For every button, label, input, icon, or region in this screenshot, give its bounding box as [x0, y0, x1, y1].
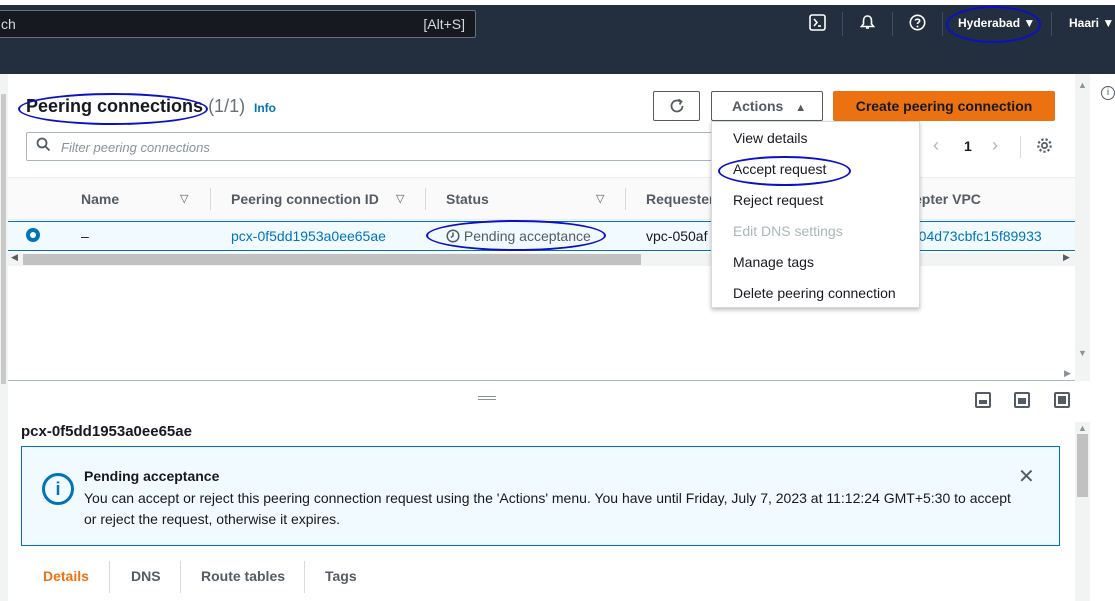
sort-icon[interactable]: ▽	[596, 192, 604, 205]
tab-dns[interactable]: DNS	[131, 568, 161, 584]
divider	[625, 188, 626, 210]
menu-item-reject-request[interactable]: Reject request	[733, 192, 823, 208]
scroll-up-arrow[interactable]: ▲	[1078, 423, 1087, 433]
tab-details[interactable]: Details	[43, 568, 89, 584]
chevron-left-icon[interactable]: ‹	[933, 135, 939, 156]
actions-button[interactable]: Actions ▲	[711, 91, 823, 121]
alert-title: Pending acceptance	[84, 468, 220, 484]
cell-accepter-vpc[interactable]: -04d73cbfc15f89933	[914, 228, 1042, 244]
scroll-thumb[interactable]	[1077, 434, 1088, 497]
close-icon[interactable]: ✕	[1018, 464, 1035, 489]
divider	[210, 188, 211, 210]
menu-item-edit-dns-settings: Edit DNS settings	[733, 223, 843, 239]
cell-requester: vpc-050af	[646, 228, 708, 244]
top-strip	[0, 0, 1115, 5]
divider	[1020, 136, 1021, 158]
menu-item-delete-peering-connection[interactable]: Delete peering connection	[733, 285, 896, 301]
actions-menu: View details Accept request Reject reque…	[711, 121, 920, 308]
info-link[interactable]: Info	[254, 101, 276, 115]
page-title-text: Peering connections	[26, 96, 204, 116]
account-menu[interactable]: Haari ▼	[1069, 16, 1114, 30]
scroll-right-arrow[interactable]: ▶	[1064, 368, 1071, 379]
info-panel-icon[interactable]: i	[1101, 86, 1115, 100]
divider	[180, 561, 181, 593]
status-text: Pending acceptance	[463, 228, 591, 244]
tab-tags[interactable]: Tags	[325, 568, 357, 584]
item-count: (1/1)	[208, 96, 246, 116]
page-title: Peering connections (1/1)	[26, 96, 245, 117]
column-header-requester[interactable]: Requester	[646, 191, 714, 207]
help-icon[interactable]	[909, 14, 926, 35]
clock-icon	[446, 228, 464, 244]
region-selector[interactable]: Hyderabad ▼	[958, 16, 1035, 30]
divider	[425, 188, 426, 210]
column-header-peering-id[interactable]: Peering connection ID	[231, 191, 379, 207]
divider	[1051, 12, 1052, 36]
sort-icon[interactable]: ▽	[396, 192, 404, 205]
resize-handle[interactable]	[478, 396, 496, 400]
menu-item-accept-request[interactable]: Accept request	[733, 161, 826, 177]
caret-up-icon: ▲	[795, 102, 807, 114]
page-number[interactable]: 1	[964, 138, 972, 154]
divider	[109, 561, 110, 593]
scrollbar[interactable]	[1, 94, 6, 384]
secondary-bar	[0, 47, 1115, 74]
side-nav-collapsed	[0, 74, 8, 601]
info-icon: i	[42, 473, 74, 505]
split-full-icon[interactable]	[1054, 392, 1070, 408]
scroll-thumb[interactable]	[23, 254, 641, 265]
chevron-right-icon[interactable]: ›	[992, 135, 998, 156]
search-input[interactable]: ch [Alt+S]	[0, 10, 476, 38]
cell-status: Pending acceptance	[446, 228, 591, 244]
divider	[892, 12, 893, 36]
alert-message: You can accept or reject this peering co…	[84, 490, 1011, 527]
menu-item-manage-tags[interactable]: Manage tags	[733, 254, 814, 270]
bell-icon[interactable]	[859, 14, 876, 35]
split-side-icon[interactable]	[1014, 392, 1030, 408]
split-bottom-icon[interactable]	[975, 392, 991, 408]
tab-route-tables[interactable]: Route tables	[201, 568, 285, 584]
search-icon	[36, 137, 51, 156]
filter-input[interactable]: Filter peering connections	[26, 132, 726, 161]
column-header-name[interactable]: Name	[81, 191, 119, 207]
scroll-down-arrow[interactable]: ▼	[1078, 348, 1087, 358]
sort-icon[interactable]: ▽	[180, 192, 188, 205]
scroll-right-arrow[interactable]: ▶	[1063, 252, 1070, 263]
divider	[842, 12, 843, 36]
create-peering-connection-button[interactable]: Create peering connection	[833, 91, 1055, 121]
divider	[942, 12, 943, 36]
filter-placeholder: Filter peering connections	[61, 140, 210, 155]
column-header-accepter-vpc[interactable]: epter VPC	[914, 191, 981, 207]
details-scrollbar[interactable]: ▲	[1075, 422, 1090, 601]
row-radio-selected[interactable]	[26, 228, 40, 242]
menu-item-view-details[interactable]: View details	[733, 130, 807, 146]
settings-icon[interactable]	[1036, 137, 1053, 157]
search-placeholder: ch	[1, 16, 16, 32]
refresh-button[interactable]	[653, 91, 700, 121]
actions-label: Actions	[732, 98, 784, 114]
scroll-left-arrow[interactable]: ◀	[11, 252, 18, 263]
vertical-scrollbar[interactable]: ▲ ▼	[1075, 74, 1090, 381]
divider	[304, 561, 305, 593]
details-title: pcx-0f5dd1953a0ee65ae	[21, 423, 192, 440]
column-header-status[interactable]: Status	[446, 191, 489, 207]
refresh-icon	[670, 98, 683, 113]
scroll-up-arrow[interactable]: ▲	[1078, 80, 1087, 90]
cloudshell-icon[interactable]	[809, 14, 826, 35]
cell-peering-id[interactable]: pcx-0f5dd1953a0ee65ae	[231, 228, 386, 244]
search-shortcut: [Alt+S]	[423, 16, 465, 32]
cell-name: –	[81, 228, 89, 244]
